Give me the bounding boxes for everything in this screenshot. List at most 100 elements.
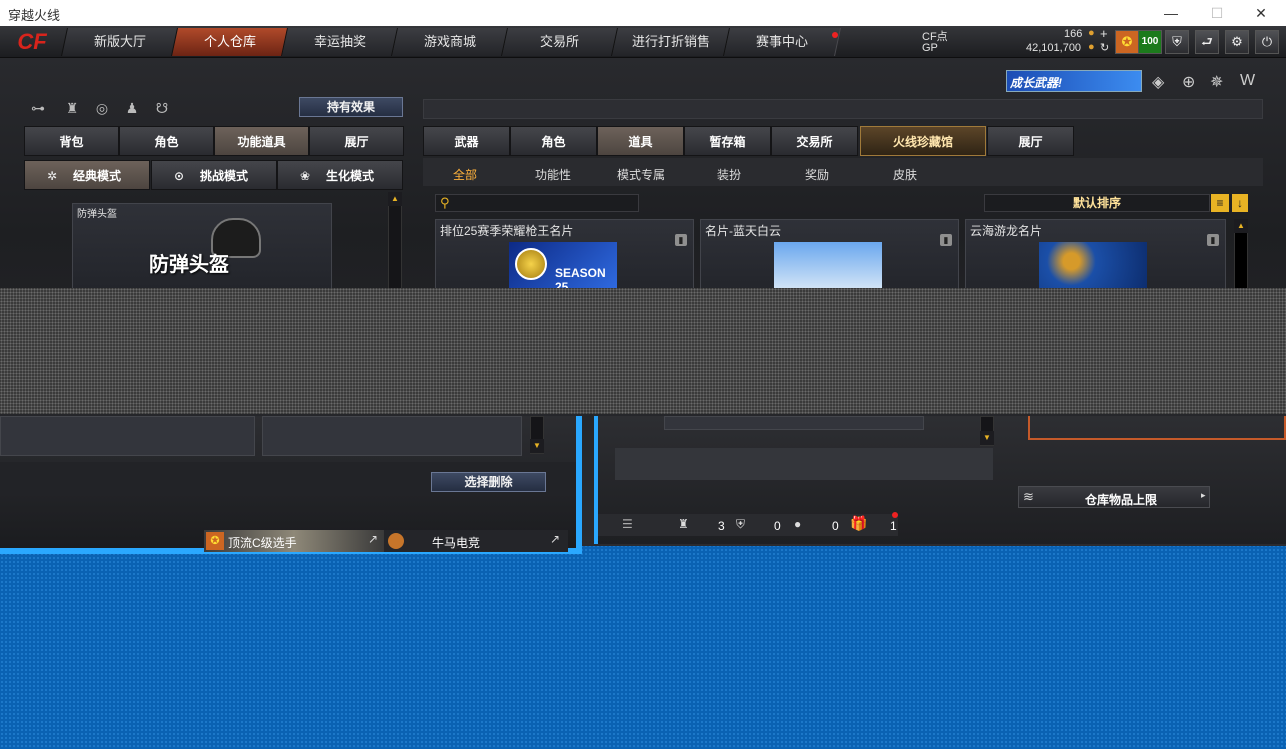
mouse-icon[interactable]: ☋ (152, 98, 172, 118)
item-card-blue-sky[interactable]: 名片-蓝天白云 ▮ (700, 219, 959, 291)
growth-weapon-banner[interactable]: 成长武器! (1006, 70, 1142, 92)
badge-icon-1[interactable]: ◈ (1152, 72, 1164, 92)
return-icon[interactable]: ⮐ (1195, 30, 1219, 54)
level-badge[interactable]: 100 (1138, 30, 1162, 54)
right-tab-temp-box[interactable]: 暂存箱 (684, 126, 771, 156)
left-tab-function-items[interactable]: 功能道具 (214, 126, 309, 156)
expand-icon[interactable]: ↗ (368, 532, 378, 546)
nav-tab-discount-sale[interactable]: 进行打折销售 (611, 28, 731, 56)
item-card-cloud-dragon[interactable]: 云海游龙名片 ▮ (965, 219, 1226, 291)
player-avatar (388, 533, 404, 549)
refresh-icon[interactable]: ↻ (1100, 41, 1109, 54)
nav-tab-lucky-draw[interactable]: 幸运抽奖 (281, 28, 399, 56)
right-tab-showroom[interactable]: 展厅 (987, 126, 1074, 156)
storage-limit-button[interactable]: ≋ 仓库物品上限 ▸ (1018, 486, 1210, 508)
item-card-helmet[interactable]: 防弹头盔 防弹头盔 (72, 203, 332, 289)
power-icon[interactable]: ⏻ (1255, 30, 1279, 54)
add-cf-icon[interactable]: + (1100, 26, 1108, 41)
right-tab-collection-hall[interactable]: 火线珍藏馆 (860, 126, 986, 156)
item-card-name: 防弹头盔 (77, 209, 117, 220)
subtab-skin[interactable]: 皮肤 (893, 166, 917, 184)
select-delete-button[interactable]: 选择删除 (431, 472, 546, 492)
gp-coin-icon: ● (1088, 41, 1095, 53)
target-icon[interactable]: ◎ (92, 98, 112, 118)
holding-effect-button[interactable]: 持有效果 (299, 97, 403, 117)
subtab-mode-exclusive[interactable]: 模式专属 (617, 166, 665, 184)
globe-icon[interactable]: ⊕ (1182, 72, 1195, 92)
person-icon[interactable]: ♟ (122, 98, 142, 118)
window-titlebar: 穿越火线 — ☐ ✕ (0, 0, 1286, 26)
item-image (1039, 242, 1147, 290)
player-name-1: 顶流C级选手 (228, 536, 297, 550)
mode-challenge-label: 挑战模式 (199, 169, 248, 183)
item-card-fragment (664, 416, 924, 430)
chevron-right-icon: ▸ (1201, 490, 1206, 500)
shield-icon[interactable]: ⛨ (1165, 30, 1189, 54)
expand-icon[interactable]: ↗ (550, 532, 560, 546)
subtab-functional[interactable]: 功能性 (535, 166, 571, 184)
nav-tab-game-mall[interactable]: 游戏商城 (391, 28, 509, 56)
right-scrollbar[interactable]: ▲ (1234, 219, 1248, 291)
right-tab-weapons[interactable]: 武器 (423, 126, 510, 156)
maximize-button[interactable]: ☐ (1194, 0, 1240, 26)
subtab-outfit[interactable]: 装扮 (717, 166, 741, 184)
bag-icon: ♜ (678, 517, 689, 531)
player-card-2[interactable]: 牛马电竞 ↗ (384, 530, 568, 552)
scroll-up-arrow[interactable]: ▲ (388, 192, 402, 206)
mode-classic-label: 经典模式 (72, 169, 121, 183)
top-navigation: CF 新版大厅 个人仓库 幸运抽奖 游戏商城 交易所 进行打折销售 赛事中心 C… (0, 26, 1286, 58)
scroll-down-arrow[interactable]: ▼ (980, 431, 994, 445)
minimize-button[interactable]: — (1148, 0, 1194, 26)
right-tab-role[interactable]: 角色 (510, 126, 597, 156)
status-count-4: 1 (890, 519, 897, 533)
left-tab-role[interactable]: 角色 (119, 126, 214, 156)
rank-icon: ✪ (206, 532, 224, 550)
right-tab-exchange[interactable]: 交易所 (771, 126, 858, 156)
gear-icon[interactable]: ⚙ (1225, 30, 1249, 54)
item-card-season25[interactable]: 排位25赛季荣耀枪王名片 ▮ SEASON 25 (435, 219, 694, 294)
sort-dropdown[interactable]: 默认排序 (984, 194, 1210, 212)
nav-tab-exchange[interactable]: 交易所 (501, 28, 619, 56)
nav-tab-new-lobby[interactable]: 新版大厅 (61, 28, 179, 56)
menu-icon[interactable]: ☰ (622, 517, 633, 531)
item-card-big-label: 防弹头盔 (149, 254, 229, 276)
player-card-1[interactable]: ✪ 顶流C级选手 ↗ (204, 530, 384, 552)
left-tab-backpack[interactable]: 背包 (24, 126, 119, 156)
scroll-up-arrow[interactable]: ▲ (1234, 219, 1248, 233)
status-bar: ☰ ♜ 3 ⛨ 0 ● 0 🎁 1 (598, 512, 898, 536)
gift-icon[interactable]: 🎁 (850, 515, 867, 532)
search-icon: ⚲ (440, 195, 450, 210)
nav-tab-event-center[interactable]: 赛事中心 (723, 28, 841, 56)
scroll-down-arrow[interactable]: ▼ (530, 439, 544, 453)
left-scrollbar[interactable]: ▲ (388, 192, 402, 292)
trash-icon[interactable]: ▮ (940, 234, 952, 246)
sort-direction-icon[interactable]: ↓ (1232, 194, 1248, 212)
rank-badge-icon[interactable]: ✪ (1115, 30, 1139, 54)
status-count-2: 0 (774, 519, 781, 533)
lower-left-scrollbar[interactable]: ▼ (530, 416, 544, 454)
lower-right-scrollbar[interactable]: ▼ (980, 416, 994, 446)
notification-dot (832, 32, 838, 38)
list-view-icon[interactable]: ≡ (1211, 194, 1229, 212)
nav-tab-personal-storage[interactable]: 个人仓库 (171, 28, 289, 56)
mode-challenge[interactable]: ⊙ 挑战模式 (151, 160, 277, 190)
left-tab-showroom[interactable]: 展厅 (309, 126, 404, 156)
trophy-icon[interactable]: ♜ (62, 98, 82, 118)
subtab-reward[interactable]: 奖励 (805, 166, 829, 184)
cf-logo[interactable]: CF (4, 28, 60, 56)
mode-zombie[interactable]: ❀ 生化模式 (277, 160, 403, 190)
w-logo-icon[interactable]: W (1240, 72, 1255, 90)
close-button[interactable]: ✕ (1238, 0, 1284, 26)
right-tab-items[interactable]: 道具 (597, 126, 684, 156)
zombie-mode-icon: ❀ (300, 169, 311, 183)
lower-left-panel: ▼ 选择删除 ✪ 顶流C级选手 ↗ 牛马电竞 ↗ (0, 416, 582, 554)
trash-icon[interactable]: ▮ (675, 234, 687, 246)
trash-icon[interactable]: ▮ (1207, 234, 1219, 246)
spark-icon[interactable]: ✵ (1210, 72, 1223, 92)
key-icon[interactable]: ⊶ (28, 98, 48, 118)
mode-classic[interactable]: ✲ 经典模式 (24, 160, 150, 190)
coin-icon: ● (1088, 27, 1095, 39)
subtab-all[interactable]: 全部 (453, 166, 477, 184)
notification-dot (892, 512, 898, 518)
search-input[interactable]: ⚲ (435, 194, 639, 212)
